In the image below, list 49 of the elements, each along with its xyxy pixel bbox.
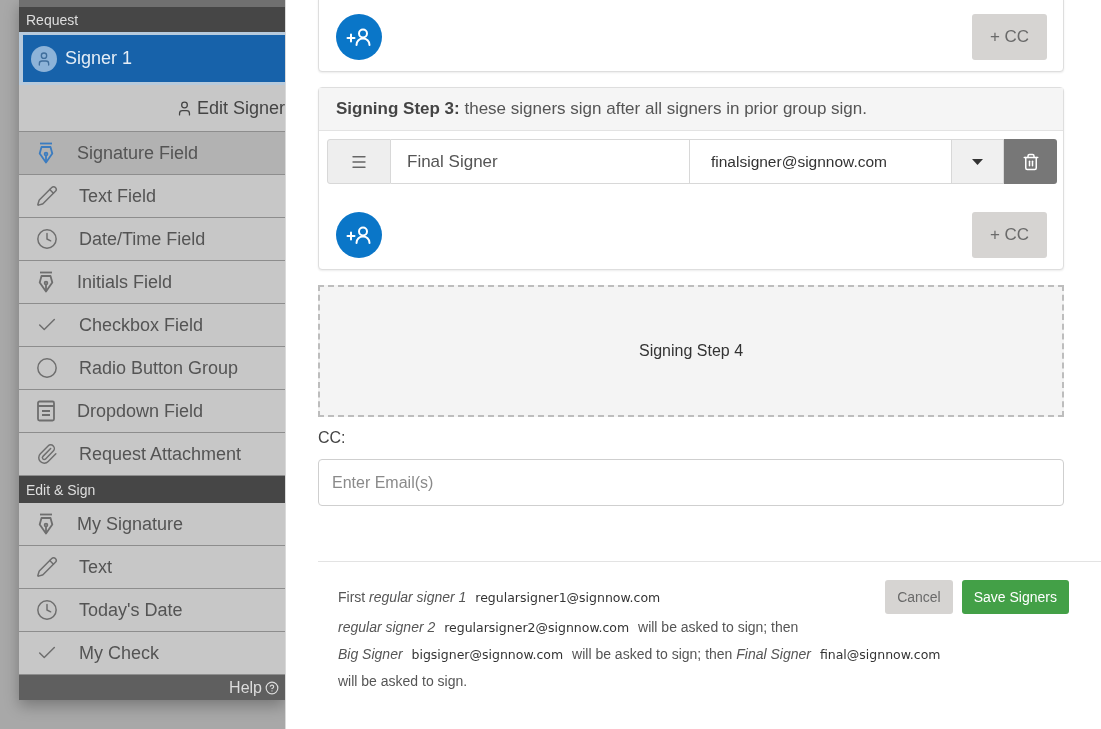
- pencil-icon: [36, 185, 58, 207]
- trash-icon: [1021, 152, 1040, 171]
- pen-nib-icon: [36, 271, 56, 293]
- sidebar-item[interactable]: Signature Field: [19, 132, 285, 175]
- save-button[interactable]: Save Signers: [961, 580, 1069, 614]
- avatar-icon: [31, 45, 57, 72]
- sidebar-item[interactable]: My Check: [19, 632, 285, 675]
- cc-label: CC:: [318, 428, 346, 448]
- edit-signer-link[interactable]: Edit Signer: [175, 97, 285, 119]
- sidebar-item[interactable]: Text: [19, 546, 285, 589]
- pencil-icon: [36, 556, 58, 578]
- step-heading: Signing Step 3: these signers sign after all signers in prior group sign.: [336, 99, 867, 119]
- sidebar-item[interactable]: My Signature: [19, 503, 285, 546]
- sidebar-item[interactable]: Dropdown Field: [19, 390, 285, 433]
- signing-order-text: Big Signer bigsigner@signnow.com will be asked to sign; then Final Signer final@signnow.com: [338, 645, 942, 664]
- sidebar-item[interactable]: Radio Button Group: [19, 347, 285, 390]
- section-header: Edit & Sign: [19, 476, 285, 503]
- sidebar-item[interactable]: Initials Field: [19, 261, 285, 304]
- user-plus-icon: [346, 226, 372, 244]
- signer-select[interactable]: Signer 1: [23, 35, 285, 82]
- drag-handle[interactable]: [327, 139, 391, 184]
- signing-order-text: First regular signer 1 regularsigner1@signnow.com: [338, 587, 662, 607]
- signing-order-text: will be asked to sign.: [338, 672, 468, 691]
- add-signer-button[interactable]: [336, 212, 382, 258]
- circle-icon: [36, 357, 58, 379]
- list-window-icon: [36, 400, 56, 422]
- clock-icon: [36, 599, 58, 621]
- section-header: Request: [19, 7, 285, 32]
- pen-nib-icon: [36, 142, 56, 164]
- user-plus-icon: [346, 28, 372, 46]
- add-signer-button[interactable]: [336, 14, 382, 60]
- caret-down-icon: [972, 158, 983, 165]
- sidebar-item[interactable]: Date/Time Field: [19, 218, 285, 261]
- signer-email-field[interactable]: finalsigner@signnow.com: [690, 139, 952, 184]
- sidebar-item[interactable]: Today's Date: [19, 589, 285, 632]
- sidebar-item[interactable]: Request Attachment: [19, 433, 285, 476]
- paperclip-icon: [36, 443, 58, 465]
- pen-nib-icon: [36, 513, 56, 535]
- help-icon: [265, 680, 279, 695]
- signer-name-field[interactable]: Final Signer: [391, 139, 690, 184]
- signing-order-text: regular signer 2 regularsigner2@signnow.com will be asked to sign; then: [338, 618, 799, 637]
- signer-name: Signer 1: [65, 48, 133, 69]
- clock-icon: [36, 228, 58, 250]
- delete-signer-button[interactable]: [1004, 139, 1057, 184]
- sidebar-item[interactable]: Checkbox Field: [19, 304, 285, 347]
- dropzone-label: Signing Step 4: [638, 342, 744, 360]
- sidebar-item[interactable]: Text Field: [19, 175, 285, 218]
- help-link[interactable]: Help: [229, 678, 279, 697]
- cc-email-field[interactable]: Enter Email(s): [318, 459, 1064, 506]
